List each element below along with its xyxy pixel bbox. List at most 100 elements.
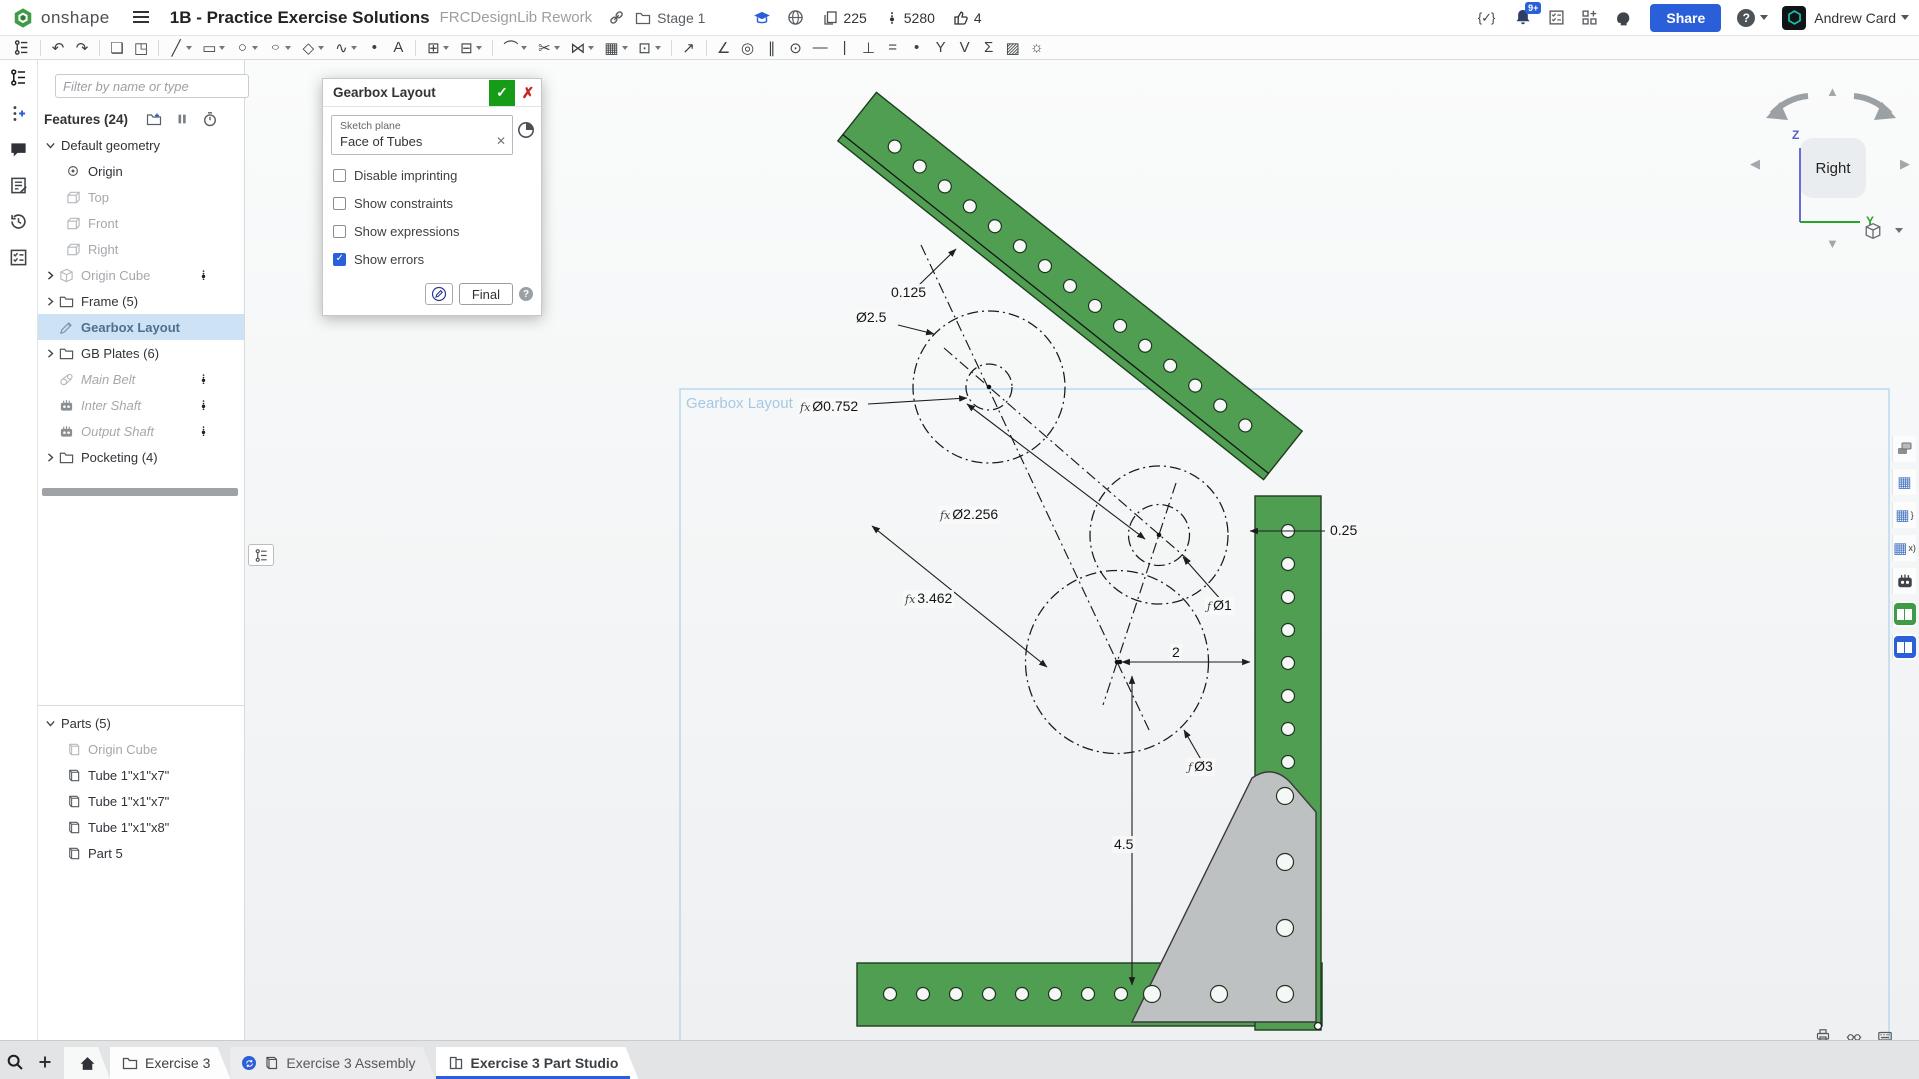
rectangle-tool[interactable]: ▭ [197, 37, 230, 59]
copy-link-icon[interactable] [608, 9, 625, 26]
concentric-constraint[interactable]: ◎ [736, 37, 760, 59]
option-disable-imprinting[interactable]: Disable imprinting [331, 168, 533, 183]
feature-row-gearbox-layout[interactable]: Gearbox Layout [38, 314, 244, 340]
trim-tool[interactable]: ✂ [532, 37, 565, 59]
dialog-accept-button[interactable]: ✓ [489, 80, 515, 106]
rollback-clock-icon[interactable] [517, 121, 535, 139]
sketch-plane-field[interactable]: Sketch plane Face of Tubes ✕ [331, 115, 513, 155]
versions-icon[interactable]: {✓} [1478, 10, 1495, 26]
clear-field-icon[interactable]: ✕ [496, 134, 506, 148]
function-table-icon[interactable]: ▦x) [1892, 535, 1916, 561]
feature-row-inter-shaft[interactable]: Inter Shaft [38, 392, 244, 418]
feature-row-gb-plates[interactable]: GB Plates (6) [38, 340, 244, 366]
parallel-constraint[interactable]: ∥ [760, 37, 784, 59]
sketch-text-tool[interactable]: A [386, 37, 410, 59]
checkbox-unchecked[interactable] [333, 169, 346, 182]
rollback-bar[interactable] [42, 488, 238, 496]
edit-sketch-button[interactable] [425, 283, 453, 305]
midpoint-constraint[interactable]: • [905, 37, 929, 59]
view-down-arrow[interactable]: ▼ [1826, 236, 1839, 251]
isometric-cube-icon[interactable] [1864, 222, 1882, 240]
dialog-help-icon[interactable]: ? [519, 287, 533, 301]
option-show-errors[interactable]: Show errors [331, 252, 533, 267]
appearance-panel-icon[interactable] [1892, 436, 1916, 462]
share-button[interactable]: Share [1650, 4, 1721, 32]
feature-row-origin-cube[interactable]: Origin Cube [38, 262, 244, 288]
sketch-name-label[interactable]: Gearbox Layout [686, 395, 793, 412]
tangent-constraint[interactable]: ⊙ [784, 37, 808, 59]
document-title[interactable]: 1B - Practice Exercise Solutions [170, 8, 430, 28]
feature-row-frame[interactable]: Frame (5) [38, 288, 244, 314]
chevron-right-icon[interactable] [44, 269, 59, 282]
option-show-expressions[interactable]: Show expressions [331, 224, 533, 239]
use-convert-tool[interactable]: ⊞ [421, 37, 454, 59]
apps-icon[interactable] [1581, 9, 1598, 26]
feature-list-flyout-button[interactable] [248, 544, 274, 566]
tube-table-icon[interactable]: ▦} [1892, 502, 1916, 528]
folder-location-icon[interactable] [635, 10, 651, 26]
undo-button[interactable]: ↶ [46, 37, 70, 59]
mirror-tool[interactable]: ⋈ [565, 37, 599, 59]
learning-center-icon[interactable] [1614, 9, 1632, 27]
public-globe-icon[interactable] [787, 9, 804, 26]
notifications-button[interactable]: 9+ [1514, 8, 1532, 26]
polygon-tool[interactable]: ◇ [296, 37, 329, 59]
panel-feature-list-icon[interactable] [9, 68, 28, 87]
vertical-constraint[interactable]: | [833, 37, 857, 59]
hatch-tool[interactable]: ▨ [1001, 37, 1025, 59]
parts-header-row[interactable]: Parts (5) [38, 710, 244, 736]
feature-row-output-shaft[interactable]: Output Shaft [38, 418, 244, 444]
dimension-label[interactable]: ƒØ1 [1205, 597, 1234, 615]
user-name[interactable]: Andrew Card [1814, 10, 1896, 26]
suppressed-badge-icon[interactable] [197, 371, 210, 387]
chevron-right-icon[interactable] [44, 347, 59, 360]
line-tool[interactable]: ╱ [164, 37, 197, 59]
feature-row-pocketing[interactable]: Pocketing (4) [38, 444, 244, 470]
feature-row-main-belt[interactable]: Main Belt [38, 366, 244, 392]
green-library-icon[interactable] [1892, 601, 1916, 627]
history-stopwatch-icon[interactable] [202, 110, 218, 128]
dimension-label[interactable]: 0.125 [889, 284, 928, 301]
panel-tables-icon[interactable] [9, 248, 28, 267]
filter-input[interactable] [55, 74, 249, 98]
feature-row-right-plane[interactable]: Right [38, 236, 244, 262]
feature-list-toggle[interactable] [8, 37, 35, 59]
tab-exercise-3-assembly[interactable]: Exercise 3 Assembly [230, 1047, 435, 1079]
ellipse-tool[interactable]: ○ [263, 37, 296, 59]
perpendicular-constraint[interactable]: ⊥ [857, 37, 881, 59]
curvature-constraint[interactable]: Σ [977, 37, 1001, 59]
dimension-label[interactable]: fxØ2.256 [938, 506, 1000, 524]
main-menu-icon[interactable] [132, 9, 150, 27]
panel-notes-icon[interactable] [9, 176, 28, 195]
blue-library-icon[interactable] [1892, 634, 1916, 660]
view-right-arrow[interactable]: ▶ [1900, 156, 1910, 172]
home-tab[interactable] [64, 1047, 110, 1079]
spline-tool[interactable]: ∿ [329, 37, 362, 59]
panel-history-icon[interactable] [9, 212, 28, 231]
avatar[interactable] [1782, 6, 1806, 30]
feature-row-default-geometry[interactable]: Default geometry [38, 132, 244, 158]
panel-comments-icon[interactable] [9, 140, 28, 159]
chevron-right-icon[interactable] [44, 295, 59, 308]
offset-tool[interactable]: ⊟ [454, 37, 487, 59]
point-tool[interactable]: • [362, 37, 386, 59]
feature-row-origin[interactable]: Origin [38, 158, 244, 184]
chevron-down-icon[interactable] [44, 717, 59, 730]
help-button[interactable]: ? [1737, 9, 1755, 27]
circle-tool[interactable]: ○ [230, 37, 263, 59]
view-up-arrow[interactable]: ▲ [1826, 84, 1839, 99]
suppressed-badge-icon[interactable] [197, 397, 210, 413]
checkbox-unchecked[interactable] [333, 197, 346, 210]
chevron-right-icon[interactable] [44, 451, 59, 464]
part-row-part-5[interactable]: Part 5 [38, 840, 244, 866]
sketch-center-points[interactable] [987, 385, 1162, 665]
panel-configurations-icon[interactable] [9, 104, 28, 123]
suppressed-badge-icon[interactable] [197, 423, 210, 439]
frame-table-icon[interactable]: ▦ [1892, 469, 1916, 495]
tasks-icon[interactable] [1548, 9, 1565, 26]
option-show-constraints[interactable]: Show constraints [331, 196, 533, 211]
normal-constraint[interactable]: V [953, 37, 977, 59]
checkbox-checked[interactable] [333, 253, 346, 266]
part-row-tube-8[interactable]: Tube 1"x1"x8" [38, 814, 244, 840]
horizontal-constraint[interactable]: — [808, 37, 833, 59]
